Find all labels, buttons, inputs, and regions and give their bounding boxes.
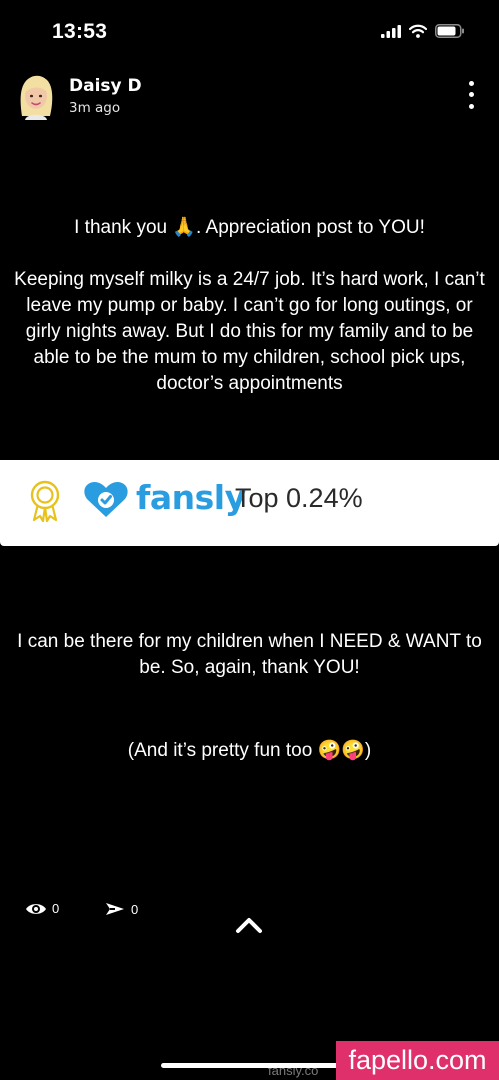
fansly-brand-text: fansly (136, 478, 246, 517)
battery-icon (435, 24, 464, 38)
cellular-signal-icon (381, 25, 401, 38)
shares-stat[interactable]: 0 (104, 901, 138, 917)
post-timestamp: 3m ago (69, 100, 121, 116)
home-indicator[interactable] (161, 1063, 341, 1068)
avatar[interactable] (16, 72, 56, 120)
more-dot-icon (468, 81, 474, 87)
post-text-paragraph: I thank you 🙏. Appreciation post to YOU! (74, 217, 425, 238)
watermark-label: fapello.com (336, 1041, 499, 1080)
more-dot-icon (468, 92, 474, 98)
chevron-up-icon[interactable] (234, 914, 264, 936)
status-bar: 13:53 (0, 0, 499, 60)
shares-count: 0 (131, 901, 139, 917)
views-count: 0 (52, 901, 60, 916)
status-time: 13:53 (52, 20, 108, 43)
story-header: Daisy D 3m ago (0, 70, 499, 125)
award-badge-icon (30, 480, 60, 522)
wifi-icon (409, 24, 427, 38)
share-arrow-icon (106, 903, 124, 915)
post-text-paragraph: Keeping myself milky is a 24/7 job. It’s… (14, 269, 485, 394)
author-name[interactable]: Daisy D (69, 76, 142, 96)
fansly-rank-banner: fansly Top 0.24% (0, 460, 499, 546)
post-text-paragraph: (And it’s pretty fun too 🤪🤪) (127, 740, 372, 761)
status-icons (381, 24, 465, 38)
more-dot-icon (468, 103, 474, 109)
rank-text: Top 0.24% (235, 483, 363, 513)
fansly-logo-icon (84, 482, 128, 517)
eye-icon (26, 903, 46, 914)
more-options-button[interactable] (461, 78, 481, 112)
views-stat[interactable]: 0 (25, 901, 59, 916)
post-text-paragraph: I can be there for my children when I NE… (17, 631, 482, 678)
